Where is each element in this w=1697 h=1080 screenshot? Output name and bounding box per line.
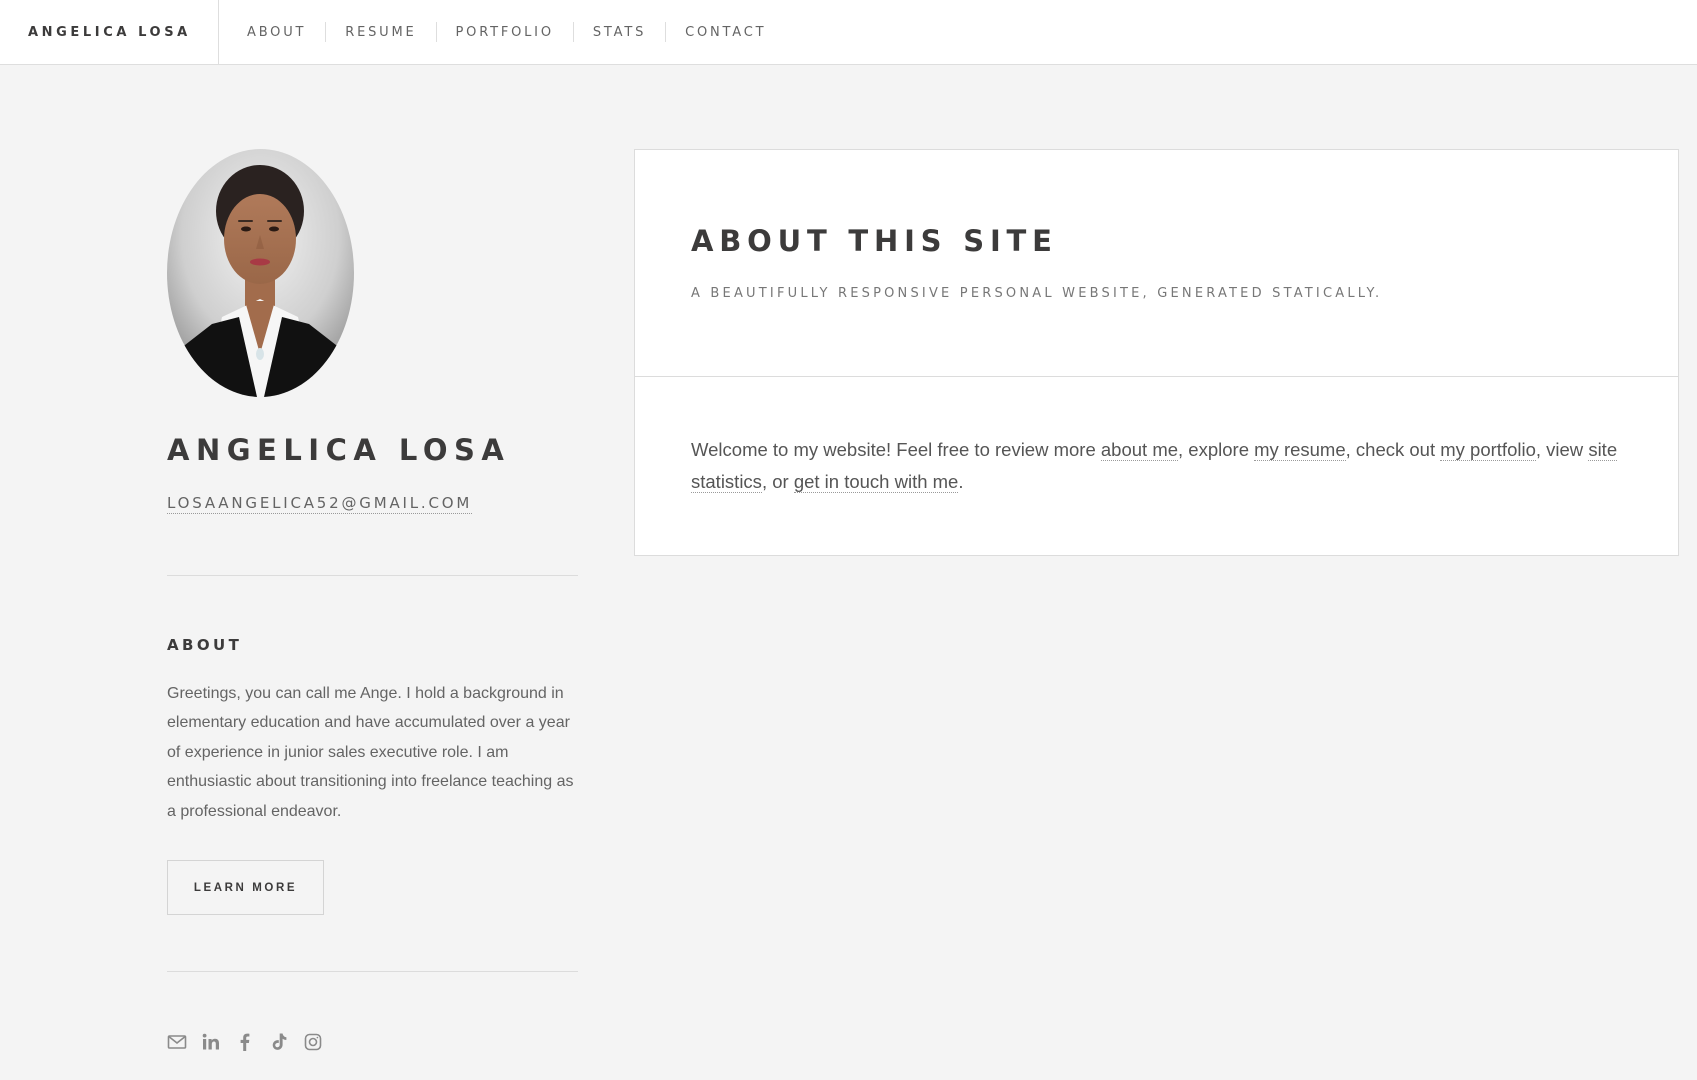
nav-item-resume[interactable]: RESUME: [325, 22, 435, 42]
welcome-text: , check out: [1345, 439, 1441, 460]
welcome-paragraph: Welcome to my website! Feel free to revi…: [691, 434, 1622, 498]
mail-icon[interactable]: [167, 1032, 187, 1052]
portfolio-link[interactable]: my portfolio: [1440, 439, 1536, 461]
welcome-text: .: [958, 471, 964, 492]
page-title: ABOUT THIS SITE: [691, 224, 1058, 258]
divider: [167, 971, 578, 973]
profile-sidebar: ANGELICA LOSA LOSAANGELICA52@GMAIL.COM A…: [167, 149, 578, 1052]
profile-photo: [167, 149, 354, 397]
avatar: [167, 149, 354, 397]
welcome-text: , or: [761, 471, 794, 492]
nav-item-stats[interactable]: STATS: [572, 22, 665, 42]
nav-item-contact[interactable]: CONTACT: [665, 22, 785, 42]
linkedin-icon[interactable]: [201, 1032, 221, 1052]
about-heading: ABOUT: [167, 635, 243, 654]
instagram-icon[interactable]: [303, 1032, 323, 1052]
welcome-text: , view: [1535, 439, 1589, 460]
welcome-text: Welcome to my website! Feel free to revi…: [691, 439, 1101, 460]
brand-link[interactable]: ANGELICA LOSA: [0, 0, 219, 64]
learn-more-button[interactable]: LEARN MORE: [167, 860, 324, 916]
card-body: Welcome to my website! Feel free to revi…: [635, 377, 1678, 498]
profile-name: ANGELICA LOSA: [167, 433, 511, 467]
page-subtitle: A BEAUTIFULLY RESPONSIVE PERSONAL WEBSIT…: [691, 285, 1383, 301]
card-header: ABOUT THIS SITE A BEAUTIFULLY RESPONSIVE…: [635, 150, 1678, 377]
resume-link[interactable]: my resume: [1254, 439, 1346, 461]
social-links: [167, 1032, 578, 1052]
top-navbar: ANGELICA LOSA ABOUT RESUME PORTFOLIO STA…: [0, 0, 1697, 65]
about-text: Greetings, you can call me Ange. I hold …: [167, 684, 574, 820]
welcome-text: , explore: [1178, 439, 1255, 460]
main-nav: ABOUT RESUME PORTFOLIO STATS CONTACT: [219, 0, 785, 64]
nav-item-about[interactable]: ABOUT: [219, 22, 325, 42]
tiktok-icon[interactable]: [269, 1032, 289, 1052]
divider: [167, 574, 578, 576]
about-site-card: ABOUT THIS SITE A BEAUTIFULLY RESPONSIVE…: [634, 149, 1679, 556]
contact-link[interactable]: get in touch with me: [793, 471, 959, 493]
email-link[interactable]: LOSAANGELICA52@GMAIL.COM: [167, 494, 473, 514]
facebook-icon[interactable]: [235, 1032, 255, 1052]
nav-item-portfolio[interactable]: PORTFOLIO: [435, 22, 573, 42]
about-me-link[interactable]: about me: [1100, 439, 1179, 461]
